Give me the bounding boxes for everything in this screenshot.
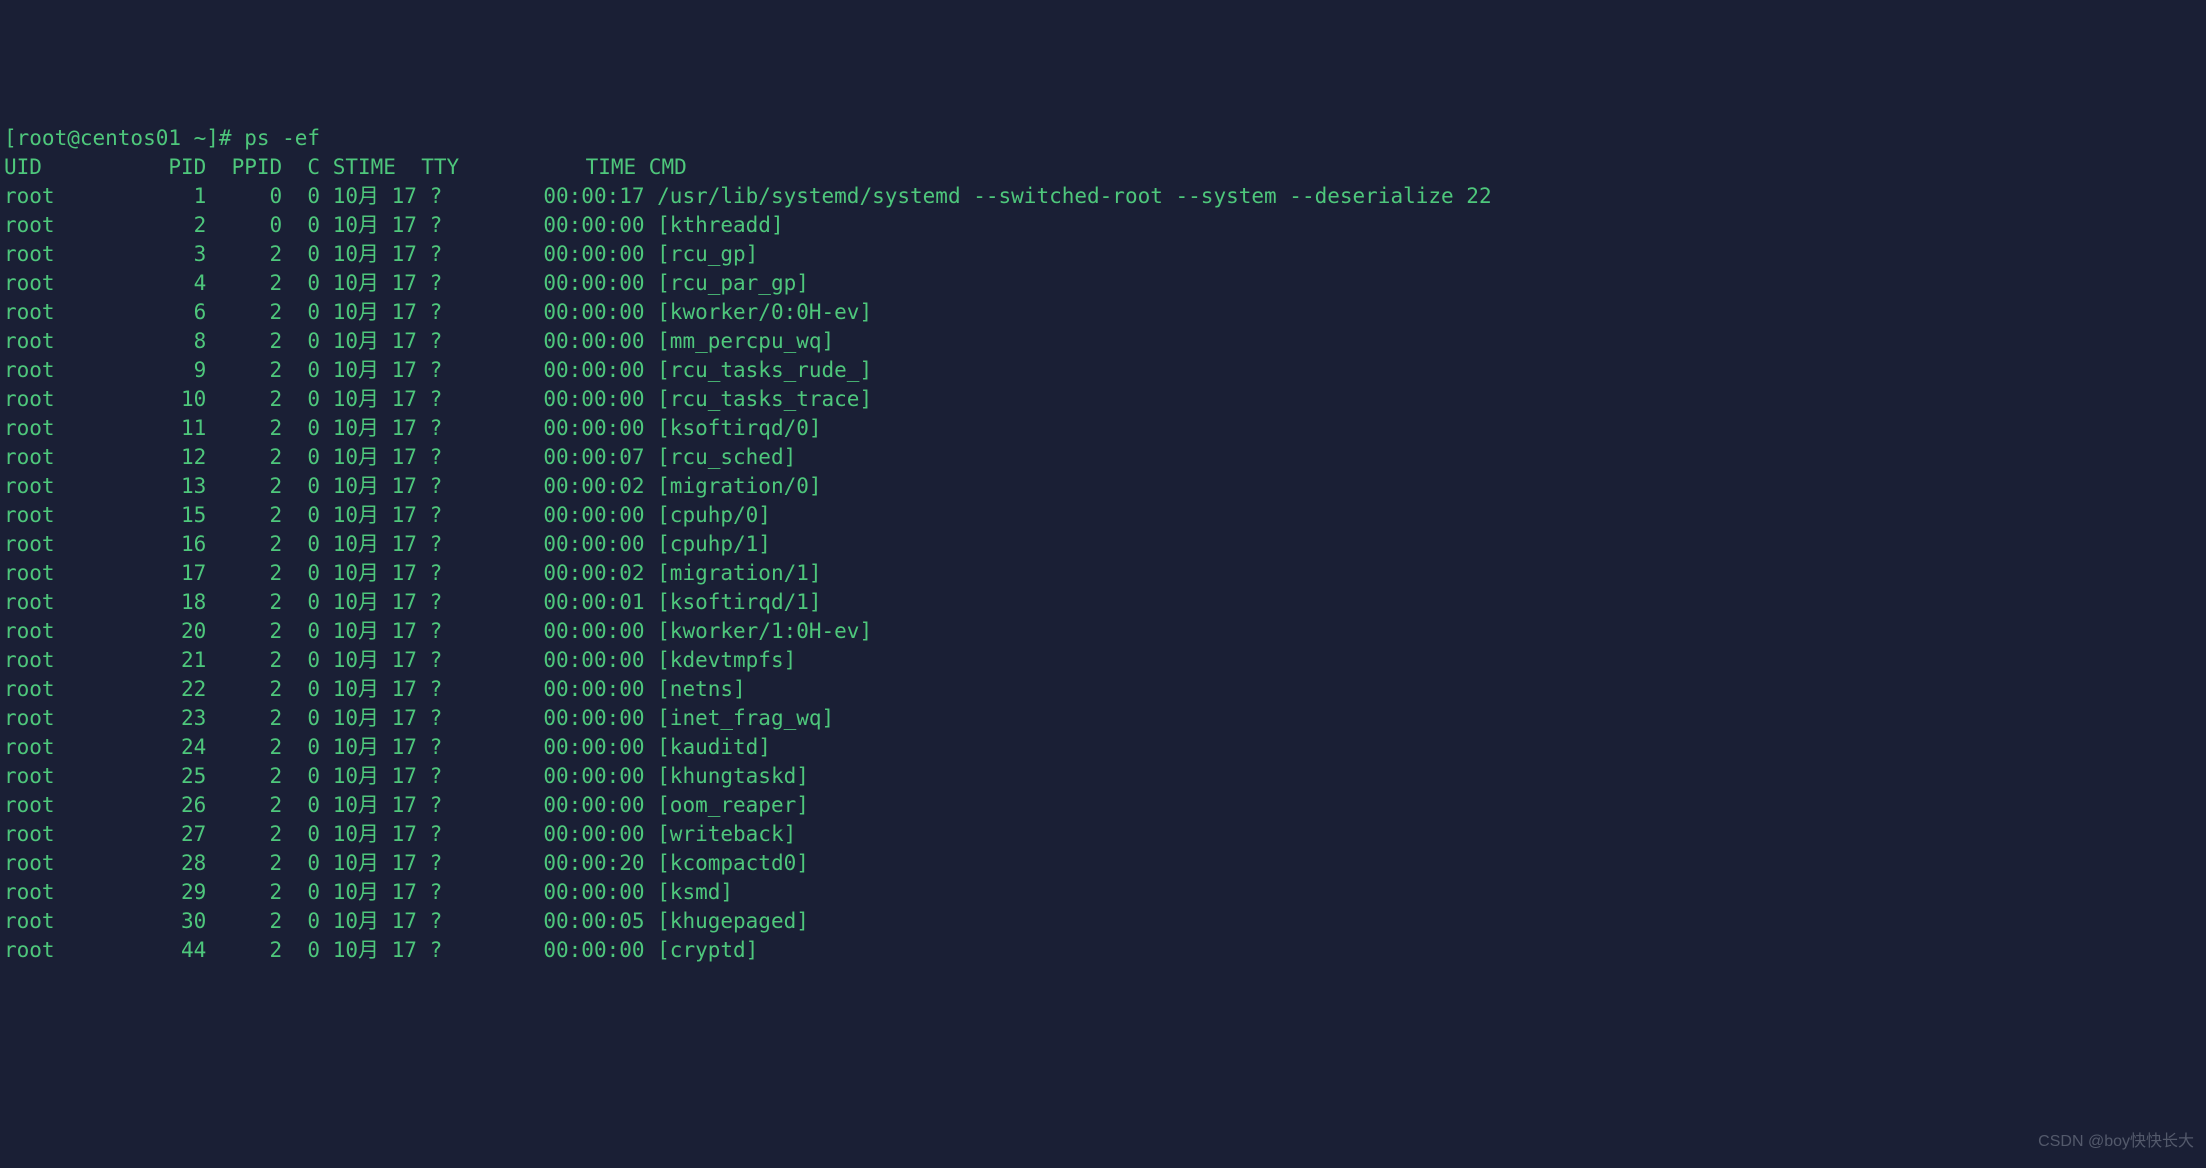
terminal-output[interactable]: [root@centos01 ~]# ps -ef UID PID PPID C… — [4, 124, 2202, 965]
prompt-line: [root@centos01 ~]# ps -ef — [4, 126, 320, 150]
process-rows: root 1 0 0 10月 17 ? 00:00:17 /usr/lib/sy… — [4, 184, 1492, 962]
header-line: UID PID PPID C STIME TTY TIME CMD — [4, 155, 687, 179]
watermark-text: CSDN @boy快快长大 — [2038, 1127, 2194, 1156]
